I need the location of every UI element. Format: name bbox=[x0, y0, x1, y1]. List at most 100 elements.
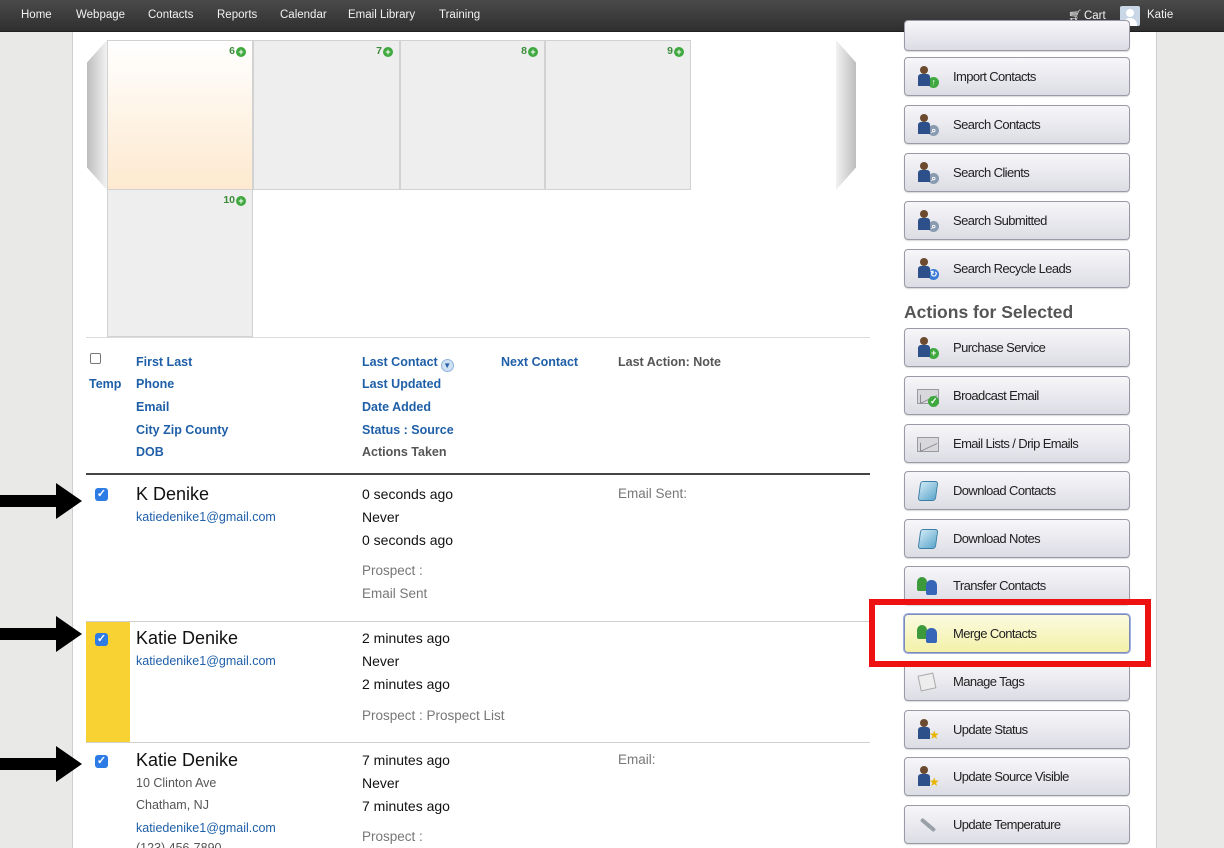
email-lists-icon bbox=[917, 433, 939, 455]
button-label: Update Temperature bbox=[953, 817, 1061, 832]
calendar-day-number: 8 + bbox=[521, 45, 538, 57]
calendar-day-cell[interactable]: 6 + bbox=[107, 40, 253, 190]
header-phone[interactable]: Phone bbox=[136, 377, 174, 391]
header-first-last[interactable]: First Last bbox=[136, 355, 192, 369]
broadcast-email-button[interactable]: ✓ Broadcast Email bbox=[904, 376, 1130, 415]
add-event-icon[interactable]: + bbox=[236, 47, 246, 57]
download-contacts-button[interactable]: Download Contacts bbox=[904, 471, 1130, 510]
download-notes-icon bbox=[917, 528, 939, 550]
status-source-value: Prospect : bbox=[362, 563, 423, 578]
nav-home[interactable]: Home bbox=[21, 9, 52, 21]
annotation-arrow-icon bbox=[0, 616, 82, 652]
sort-descending-icon[interactable]: ▼ bbox=[440, 359, 454, 372]
button-label: Transfer Contacts bbox=[953, 578, 1046, 593]
contact-name[interactable]: Katie Denike bbox=[136, 750, 238, 771]
last-updated-value: Never bbox=[362, 775, 400, 791]
search-recycle-leads-button[interactable]: ↻ Search Recycle Leads bbox=[904, 249, 1130, 288]
email-lists-drip-emails-button[interactable]: Email Lists / Drip Emails bbox=[904, 424, 1130, 463]
select-all-checkbox[interactable] bbox=[90, 353, 101, 364]
header-status-source[interactable]: Status : Source bbox=[362, 423, 454, 437]
nav-webpage[interactable]: Webpage bbox=[76, 9, 125, 21]
contact-email[interactable]: katiedenike1@gmail.com bbox=[136, 510, 276, 524]
button-label: Search Contacts bbox=[953, 117, 1041, 132]
user-name[interactable]: Katie bbox=[1147, 9, 1173, 21]
temperature-indicator bbox=[86, 622, 130, 742]
calendar-day-cell[interactable]: 10 + bbox=[107, 189, 253, 337]
header-last-action: Last Action: Note bbox=[618, 355, 722, 369]
date-added-value: 0 seconds ago bbox=[362, 532, 454, 548]
nav-contacts[interactable]: Contacts bbox=[148, 9, 193, 21]
calendar-day-cell[interactable]: 8 + bbox=[400, 40, 545, 190]
last-contact-value: 2 minutes ago bbox=[362, 630, 450, 646]
header-next-contact[interactable]: Next Contact bbox=[501, 355, 578, 369]
search-contacts-button[interactable]: ⌕ Search Contacts bbox=[904, 105, 1130, 144]
header-last-contact[interactable]: Last Contact ▼ bbox=[362, 355, 454, 372]
update-status-icon: ★ bbox=[917, 718, 940, 741]
calendar-day-number: 10 + bbox=[223, 194, 246, 206]
update-source-icon: ★ bbox=[917, 765, 940, 788]
contact-email[interactable]: katiedenike1@gmail.com bbox=[136, 821, 276, 835]
update-temperature-button[interactable]: Update Temperature bbox=[904, 805, 1130, 844]
button-label: Search Clients bbox=[953, 165, 1030, 180]
add-event-icon[interactable]: + bbox=[236, 196, 246, 206]
update-source-visible-button[interactable]: ★ Update Source Visible bbox=[904, 757, 1130, 796]
calendar-day-number: 9 + bbox=[667, 45, 684, 57]
calendar-next-arrow-icon[interactable] bbox=[836, 40, 856, 190]
button-label: Import Contacts bbox=[953, 69, 1036, 84]
actions-taken-value: Email Sent bbox=[362, 586, 428, 601]
row-checkbox[interactable]: ✓ bbox=[95, 488, 108, 501]
button-label: Search Recycle Leads bbox=[953, 261, 1072, 276]
last-contact-value: 7 minutes ago bbox=[362, 752, 450, 768]
search-clients-button[interactable]: ⌕ Search Clients bbox=[904, 153, 1130, 192]
status-source-value: Prospect : bbox=[362, 829, 423, 844]
button-label: Purchase Service bbox=[953, 340, 1046, 355]
header-temp[interactable]: Temp bbox=[89, 377, 121, 391]
button-label: Update Source Visible bbox=[953, 769, 1069, 784]
button-label: Download Contacts bbox=[953, 483, 1056, 498]
nav-email-library[interactable]: Email Library bbox=[348, 9, 415, 21]
header-last-updated[interactable]: Last Updated bbox=[362, 377, 441, 391]
purchase-service-button[interactable]: + Purchase Service bbox=[904, 328, 1130, 367]
calendar-day-number: 6 + bbox=[229, 45, 246, 57]
header-city-zip-county[interactable]: City Zip County bbox=[136, 423, 228, 437]
calendar-day-cell[interactable]: 7 + bbox=[253, 40, 400, 190]
update-temperature-icon bbox=[917, 814, 939, 836]
calendar-prev-arrow-icon[interactable] bbox=[87, 40, 107, 190]
nav-calendar[interactable]: Calendar bbox=[280, 9, 327, 21]
button-label: Search Submitted bbox=[953, 213, 1047, 228]
add-event-icon[interactable]: + bbox=[528, 47, 538, 57]
nav-training[interactable]: Training bbox=[439, 9, 480, 21]
sidebar-button-top-partial[interactable] bbox=[904, 20, 1130, 51]
calendar-day-number: 7 + bbox=[376, 45, 393, 57]
broadcast-email-icon: ✓ bbox=[917, 385, 939, 407]
contact-city-state: Chatham, NJ bbox=[136, 798, 209, 812]
button-label: Broadcast Email bbox=[953, 388, 1039, 403]
button-label: Update Status bbox=[953, 722, 1028, 737]
import-contacts-button[interactable]: ↑ Import Contacts bbox=[904, 57, 1130, 96]
purchase-service-icon: + bbox=[917, 336, 939, 359]
download-notes-button[interactable]: Download Notes bbox=[904, 519, 1130, 558]
row-checkbox[interactable]: ✓ bbox=[95, 633, 108, 646]
calendar-day-cell[interactable]: 9 + bbox=[545, 40, 691, 190]
header-dob[interactable]: DOB bbox=[136, 445, 164, 459]
search-submitted-icon: ⌕ bbox=[917, 209, 939, 232]
button-label: Email Lists / Drip Emails bbox=[953, 436, 1079, 451]
last-updated-value: Never bbox=[362, 509, 400, 525]
header-email[interactable]: Email bbox=[136, 400, 169, 414]
button-label: Manage Tags bbox=[953, 674, 1025, 689]
recycle-leads-icon: ↻ bbox=[917, 257, 939, 280]
add-event-icon[interactable]: + bbox=[383, 47, 393, 57]
manage-tags-button[interactable]: Manage Tags bbox=[904, 662, 1130, 701]
contact-email[interactable]: katiedenike1@gmail.com bbox=[136, 654, 276, 668]
annotation-highlight-box bbox=[869, 599, 1151, 667]
contact-name[interactable]: Katie Denike bbox=[136, 628, 238, 649]
header-date-added[interactable]: Date Added bbox=[362, 400, 431, 414]
row-checkbox[interactable]: ✓ bbox=[95, 755, 108, 768]
update-status-button[interactable]: ★ Update Status bbox=[904, 710, 1130, 749]
search-submitted-button[interactable]: ⌕ Search Submitted bbox=[904, 201, 1130, 240]
add-event-icon[interactable]: + bbox=[674, 47, 684, 57]
actions-for-selected-heading: Actions for Selected bbox=[904, 302, 1074, 322]
search-clients-icon: ⌕ bbox=[917, 161, 939, 184]
contact-name[interactable]: K Denike bbox=[136, 484, 209, 505]
nav-reports[interactable]: Reports bbox=[217, 9, 257, 21]
